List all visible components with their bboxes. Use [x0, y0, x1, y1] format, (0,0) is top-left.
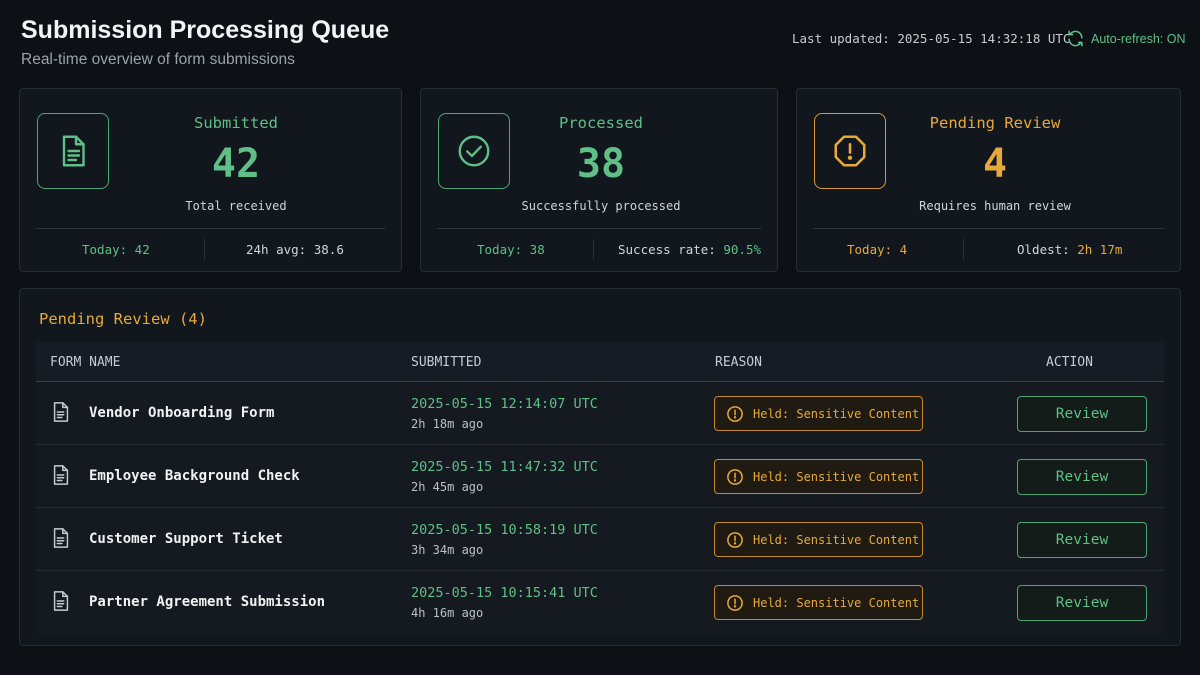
submitted-ago: 2h 18m ago — [411, 417, 484, 431]
reason-badge: Held: Sensitive Content — [714, 585, 923, 620]
submitted-description: Total received — [185, 199, 287, 213]
check-circle-icon — [458, 135, 490, 167]
pending-review-card: Pending Review 4 Requires human review T… — [796, 88, 1181, 272]
submitted-timestamp: 2025-05-15 10:15:41 UTC — [411, 585, 598, 601]
document-icon — [53, 528, 69, 548]
alert-circle-icon — [727, 468, 743, 485]
pending-label: Pending Review — [929, 114, 1061, 132]
submitted-timestamp: 2025-05-15 12:14:07 UTC — [411, 396, 598, 412]
reason-label: Held: Sensitive Content — [753, 406, 920, 421]
document-icon — [53, 465, 69, 485]
avg-label: 24h avg: — [246, 242, 307, 257]
oldest-value: 2h 17m — [1077, 242, 1123, 257]
table-row: Customer Support Ticket 2025-05-15 10:58… — [36, 508, 1164, 571]
table-row: Employee Background Check 2025-05-15 11:… — [36, 445, 1164, 508]
form-name: Partner Agreement Submission — [89, 594, 326, 610]
card-vertical-divider — [204, 239, 205, 259]
table-row: Vendor Onboarding Form 2025-05-15 12:14:… — [36, 382, 1164, 445]
column-submitted: SUBMITTED — [411, 355, 482, 370]
table-row: Partner Agreement Submission 2025-05-15 … — [36, 571, 1164, 634]
document-icon — [62, 135, 85, 167]
reason-badge: Held: Sensitive Content — [714, 459, 923, 494]
submitted-today-stat: Today: 42 — [82, 242, 150, 257]
success-rate-label: Success rate: — [618, 242, 716, 257]
last-updated-timestamp: Last updated: 2025-05-15 14:32:18 UTC — [792, 31, 1071, 46]
avg-value: 38.6 — [313, 242, 344, 257]
auto-refresh-label: Auto-refresh: ON — [1091, 31, 1186, 46]
card-divider — [437, 228, 761, 229]
form-name: Vendor Onboarding Form — [89, 405, 275, 421]
card-divider — [813, 228, 1164, 229]
success-rate-value: 90.5% — [723, 242, 762, 257]
page-subtitle: Real-time overview of form submissions — [21, 51, 295, 68]
submitted-value: 42 — [211, 141, 261, 187]
submitted-ago: 4h 16m ago — [411, 606, 484, 620]
submitted-card: Submitted 42 Total received Today: 42 24… — [19, 88, 402, 272]
review-button[interactable]: Review — [1017, 522, 1147, 558]
review-button[interactable]: Review — [1017, 396, 1147, 432]
refresh-icon — [1068, 30, 1083, 47]
pending-review-title: Pending Review (4) — [39, 310, 207, 328]
page-title: Submission Processing Queue — [21, 16, 390, 44]
column-form-name: FORM NAME — [50, 355, 121, 370]
document-icon — [53, 591, 69, 611]
pending-icon-box — [814, 113, 886, 189]
reason-label: Held: Sensitive Content — [753, 469, 920, 484]
column-action: ACTION — [1046, 355, 1093, 370]
auto-refresh-toggle[interactable]: Auto-refresh: ON — [1066, 29, 1185, 48]
alert-circle-icon — [727, 531, 743, 548]
pending-review-panel: Pending Review (4) FORM NAME SUBMITTED R… — [19, 288, 1181, 646]
form-name: Customer Support Ticket — [89, 531, 283, 547]
oldest-label: Oldest: — [1017, 242, 1070, 257]
processed-value: 38 — [576, 141, 626, 187]
review-button[interactable]: Review — [1017, 585, 1147, 621]
reason-label: Held: Sensitive Content — [753, 532, 920, 547]
alert-circle-icon — [727, 594, 743, 611]
review-button[interactable]: Review — [1017, 459, 1147, 495]
reason-badge: Held: Sensitive Content — [714, 396, 923, 431]
processed-icon-box — [438, 113, 510, 189]
column-reason: REASON — [715, 355, 762, 370]
processed-description: Successfully processed — [521, 199, 681, 213]
submitted-timestamp: 2025-05-15 11:47:32 UTC — [411, 459, 598, 475]
form-name: Employee Background Check — [89, 468, 300, 484]
submitted-ago: 3h 34m ago — [411, 543, 484, 557]
alert-circle-icon — [727, 405, 743, 422]
submitted-ago: 2h 45m ago — [411, 480, 484, 494]
reason-badge: Held: Sensitive Content — [714, 522, 923, 557]
alert-octagon-icon — [834, 135, 866, 167]
table-header: FORM NAME SUBMITTED REASON ACTION — [36, 342, 1164, 382]
card-vertical-divider — [593, 239, 594, 259]
reason-label: Held: Sensitive Content — [753, 595, 920, 610]
pending-value: 4 — [982, 141, 1008, 187]
submitted-icon-box — [37, 113, 109, 189]
processed-today-stat: Today: 38 — [477, 242, 545, 257]
success-rate-stat: Success rate: 90.5% — [618, 242, 761, 257]
processed-label: Processed — [559, 114, 643, 132]
pending-description: Requires human review — [919, 199, 1071, 213]
card-divider — [36, 228, 385, 229]
oldest-stat: Oldest: 2h 17m — [1017, 242, 1122, 257]
submitted-avg-stat: 24h avg: 38.6 — [246, 242, 344, 257]
card-vertical-divider — [963, 239, 964, 259]
submitted-timestamp: 2025-05-15 10:58:19 UTC — [411, 522, 598, 538]
pending-today-stat: Today: 4 — [847, 242, 908, 257]
document-icon — [53, 402, 69, 422]
processed-card: Processed 38 Successfully processed Toda… — [420, 88, 778, 272]
submitted-label: Submitted — [194, 114, 278, 132]
